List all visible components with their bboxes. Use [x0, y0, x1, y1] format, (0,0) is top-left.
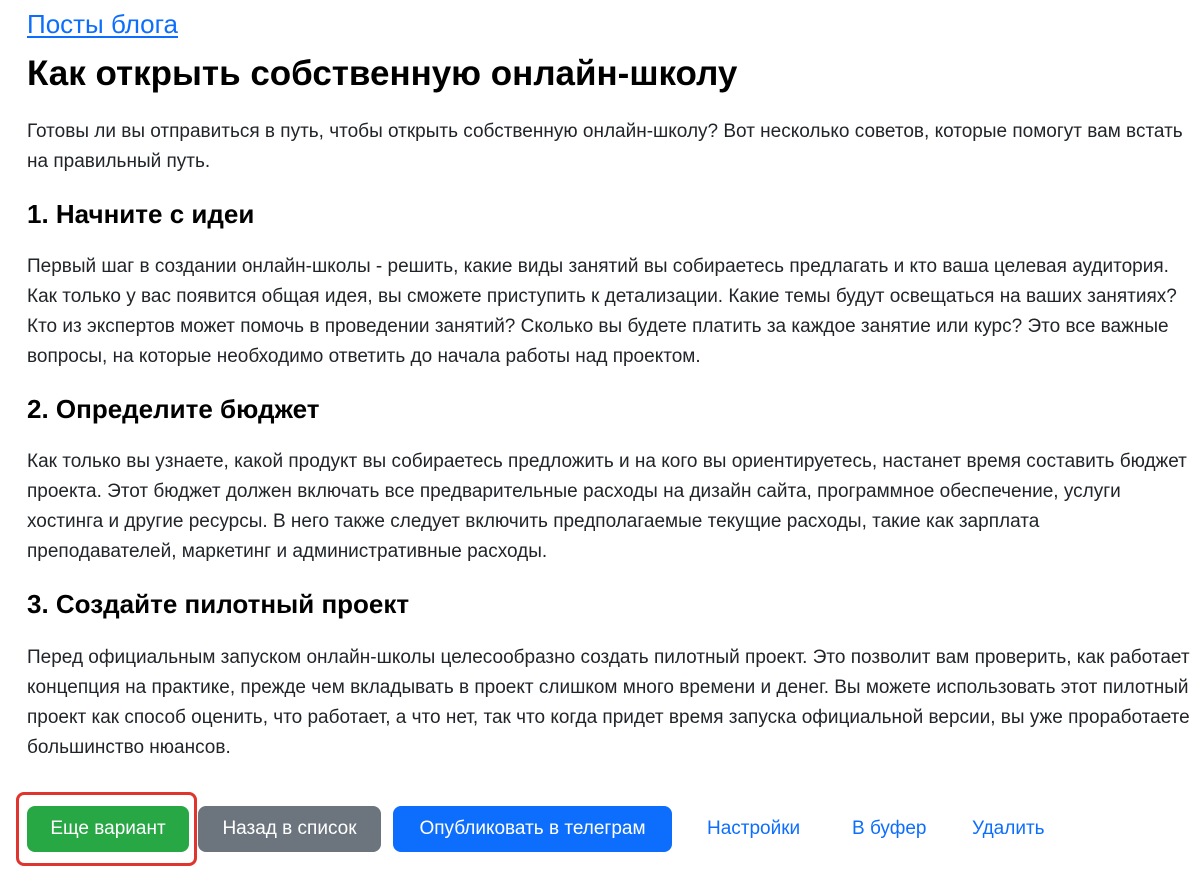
section-body-budget: Как только вы узнаете, какой продукт вы … — [27, 451, 1187, 562]
copy-to-buffer-link[interactable]: В буфер — [852, 806, 926, 852]
another-variant-button[interactable]: Еще вариант — [27, 806, 189, 852]
page: Посты блога Как открыть собственную онла… — [0, 0, 1200, 877]
action-bar: Еще вариант Назад в список Опубликовать … — [16, 792, 1186, 866]
publish-telegram-button[interactable]: Опубликовать в телеграм — [393, 806, 672, 852]
section-heading-pilot: 3. Создайте пилотный проект — [27, 589, 410, 619]
intro-paragraph: Готовы ли вы отправиться в путь, чтобы о… — [27, 121, 1183, 172]
section-heading-idea: 1. Начните с идеи — [27, 199, 255, 229]
section-heading-budget: 2. Определите бюджет — [27, 394, 320, 424]
settings-link[interactable]: Настройки — [707, 806, 800, 852]
delete-link[interactable]: Удалить — [972, 806, 1045, 852]
section-body-pilot: Перед официальным запуском онлайн-школы … — [27, 647, 1190, 758]
blog-posts-link[interactable]: Посты блога — [27, 8, 178, 40]
back-to-list-button[interactable]: Назад в список — [198, 806, 381, 852]
page-title: Как открыть собственную онлайн-школу — [27, 54, 738, 93]
section-body-idea: Первый шаг в создании онлайн-школы - реш… — [27, 256, 1177, 367]
